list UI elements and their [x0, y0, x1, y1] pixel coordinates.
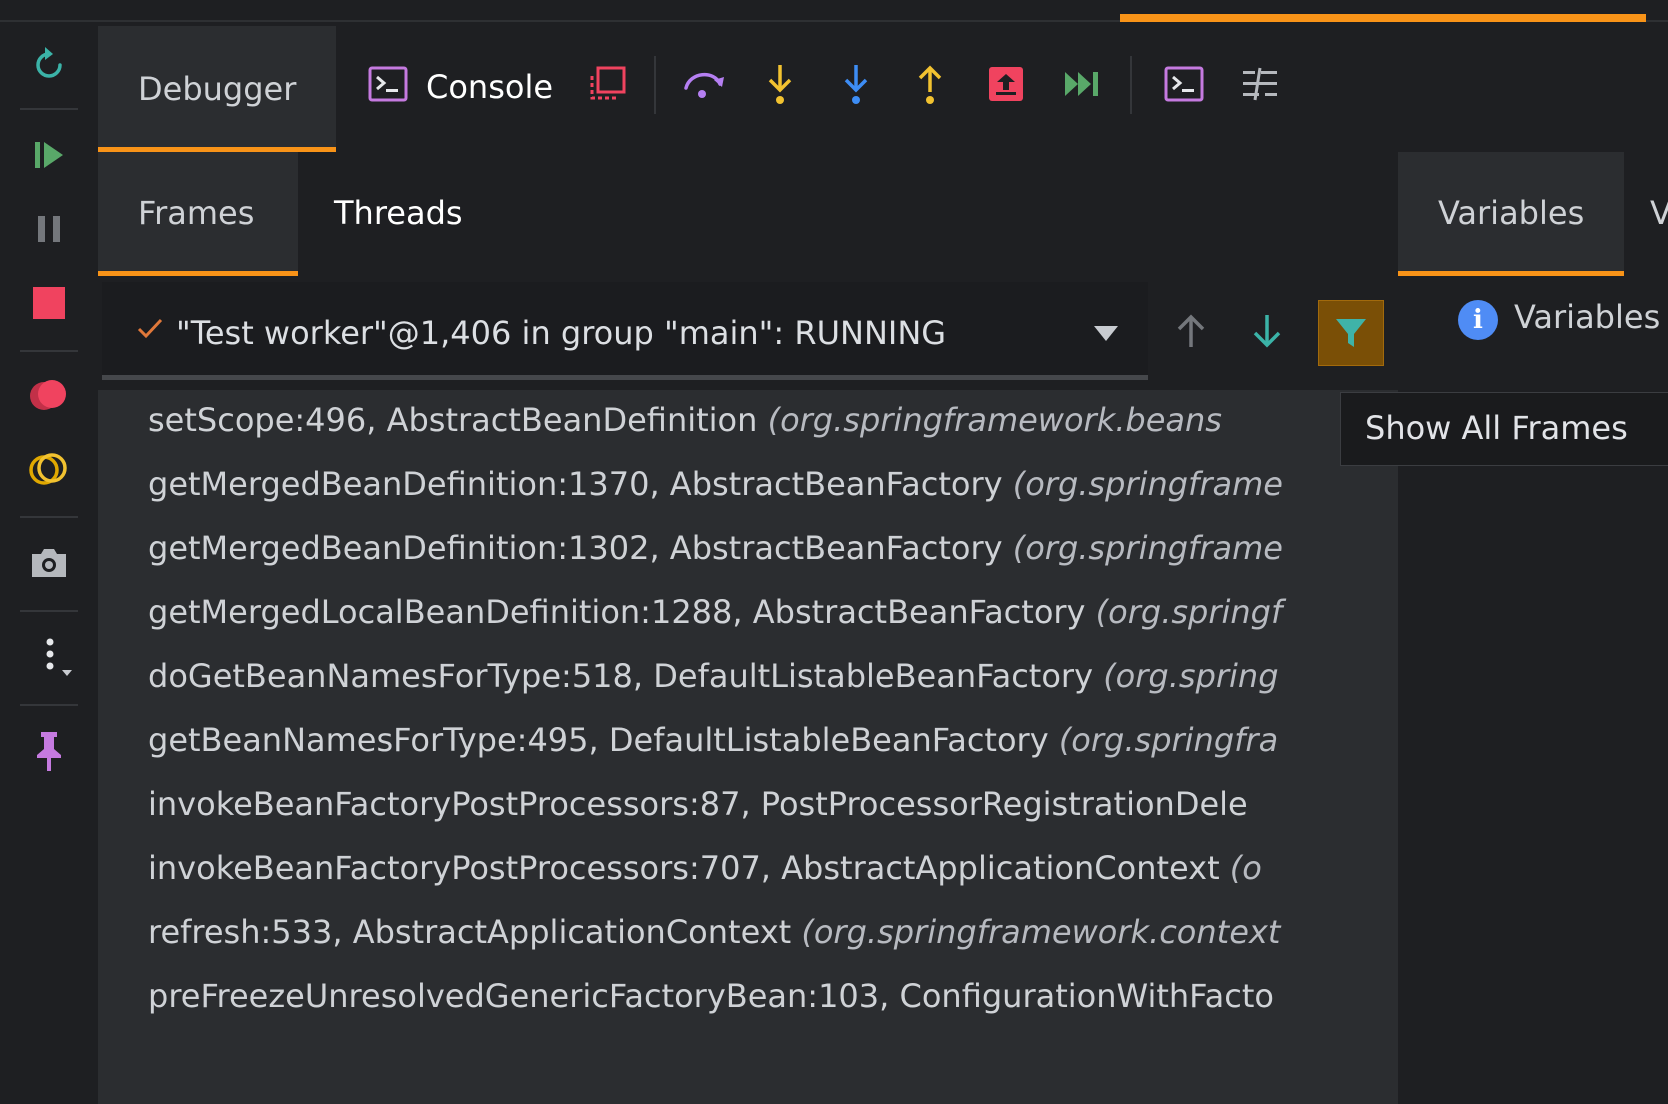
rerun-icon — [36, 47, 62, 78]
tab-variables-label: Variables — [1438, 194, 1585, 232]
tooltip: Show All Frames — [1340, 392, 1668, 466]
evaluate-expression-icon — [1164, 66, 1204, 102]
step-into-button[interactable] — [756, 60, 804, 108]
toolbar-separator — [20, 610, 78, 612]
check-icon — [137, 318, 163, 339]
tab-variables[interactable]: Variables — [1398, 152, 1624, 276]
chevron-down-icon — [1094, 326, 1118, 341]
tab-debugger-label: Debugger — [138, 70, 297, 108]
tab-frames[interactable]: Frames — [98, 152, 298, 276]
toolbar-separator — [20, 516, 78, 518]
step-out-button[interactable] — [906, 60, 954, 108]
resume-button[interactable] — [20, 126, 78, 184]
show-execution-point-icon — [590, 66, 626, 100]
tab-threads[interactable]: Threads — [334, 194, 463, 232]
mute-breakpoints-icon — [29, 453, 67, 485]
camera-icon — [32, 549, 66, 577]
pause-icon — [38, 216, 60, 242]
arrow-down-icon — [1253, 315, 1281, 348]
tab-console-label[interactable]: Console — [426, 68, 553, 106]
rerun-button[interactable] — [20, 34, 78, 92]
tab-watches[interactable]: V — [1650, 194, 1668, 232]
force-step-into-icon — [844, 65, 868, 104]
step-over-icon — [684, 73, 724, 98]
filter-icon — [1336, 319, 1366, 347]
toolbar-separator — [1130, 56, 1132, 114]
tab-frames-label: Frames — [138, 194, 255, 232]
mute-breakpoints-button[interactable] — [20, 440, 78, 498]
frames-list: setScope:496, AbstractBeanDefinition (or… — [98, 390, 1398, 1104]
frame-row[interactable]: preFreezeUnresolvedGenericFactoryBean:10… — [148, 966, 1398, 1026]
step-over-button[interactable] — [680, 60, 728, 108]
frame-row[interactable]: invokeBeanFactoryPostProcessors:87, Post… — [148, 774, 1398, 834]
variables-panel: Variables V i Variables — [1398, 152, 1668, 1104]
pin-icon — [37, 732, 61, 771]
info-icon: i — [1458, 300, 1498, 340]
toolbar-separator — [20, 350, 78, 352]
frame-row[interactable]: doGetBeanNamesForType:518, DefaultListab… — [148, 646, 1398, 706]
more-icon — [46, 638, 72, 676]
frame-row[interactable]: getMergedBeanDefinition:1370, AbstractBe… — [148, 454, 1398, 514]
tab-debugger[interactable]: Debugger — [98, 26, 336, 152]
active-tab-indicator — [1398, 271, 1624, 276]
next-frame-button[interactable] — [1242, 306, 1292, 356]
frame-row[interactable]: getMergedLocalBeanDefinition:1288, Abstr… — [148, 582, 1398, 642]
stop-icon — [33, 287, 65, 319]
progress-bar — [1120, 14, 1646, 22]
frame-row[interactable]: setScope:496, AbstractBeanDefinition (or… — [148, 390, 1398, 450]
resume-icon — [35, 142, 63, 168]
step-out-icon — [918, 65, 942, 104]
stop-button[interactable] — [20, 274, 78, 332]
force-step-into-button[interactable] — [832, 60, 880, 108]
active-tab-indicator — [98, 271, 298, 276]
more-button[interactable] — [20, 628, 78, 686]
frame-row[interactable]: refresh:533, AbstractApplicationContext … — [148, 902, 1398, 962]
pin-tab-button[interactable] — [20, 722, 78, 780]
previous-frame-button[interactable] — [1166, 306, 1216, 356]
frame-row[interactable]: getMergedBeanDefinition:1302, AbstractBe… — [148, 518, 1398, 578]
show-all-frames-button[interactable] — [1318, 300, 1384, 366]
frame-row[interactable]: invokeBeanFactoryPostProcessors:707, Abs… — [148, 838, 1398, 898]
toolbar-separator — [20, 704, 78, 706]
show-execution-point-button[interactable] — [584, 60, 632, 108]
toolbar-separator — [20, 108, 78, 110]
trace-button[interactable] — [1236, 60, 1284, 108]
arrow-up-icon — [1177, 314, 1205, 347]
tab-console[interactable] — [364, 60, 412, 108]
console-icon — [368, 66, 408, 102]
run-to-cursor-button[interactable] — [1058, 60, 1106, 108]
toolbar-separator — [654, 56, 656, 114]
drop-frame-button[interactable] — [982, 60, 1030, 108]
run-to-cursor-icon — [1065, 72, 1098, 96]
get-thread-dump-button[interactable] — [20, 534, 78, 592]
step-into-icon — [768, 65, 792, 104]
frame-row[interactable]: getBeanNamesForType:495, DefaultListable… — [148, 710, 1398, 770]
view-breakpoints-icon — [30, 380, 66, 410]
drop-frame-icon — [989, 67, 1023, 101]
thread-selector-value: "Test worker"@1,406 in group "main": RUN… — [176, 314, 947, 352]
left-toolbar — [0, 22, 98, 1104]
trace-icon — [1243, 67, 1277, 101]
pause-button[interactable] — [20, 200, 78, 258]
variables-message: Variables — [1514, 298, 1661, 336]
view-breakpoints-button[interactable] — [20, 366, 78, 424]
thread-selector[interactable]: "Test worker"@1,406 in group "main": RUN… — [102, 282, 1148, 380]
evaluate-expression-button[interactable] — [1160, 60, 1208, 108]
